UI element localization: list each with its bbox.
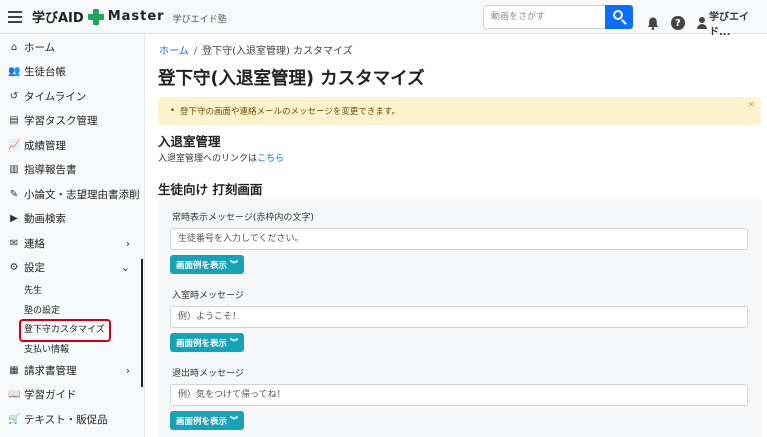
sidebar-sub-toge-customize[interactable]: 登下守カスタマイズ — [0, 319, 144, 342]
sidebar-item-label: タイムライン — [24, 90, 87, 103]
video-search — [483, 5, 633, 29]
help-icon[interactable]: ? — [671, 16, 685, 30]
pen-icon: ✎ — [9, 188, 19, 200]
user-menu[interactable]: 学びエイド... — [696, 8, 767, 38]
sidebar-item-label: テキスト・販促品 — [24, 413, 108, 426]
exit-message-input[interactable] — [170, 384, 748, 406]
search-button[interactable] — [605, 5, 633, 29]
book-icon: 📖 — [8, 389, 21, 401]
sidebar-item-label: 学習タスク管理 — [24, 115, 98, 128]
sidebar-item-timeline[interactable]: ↺ タイムライン — [0, 84, 144, 109]
sidebar-item-label: ホーム — [24, 41, 56, 54]
user-name: 学びエイド... — [708, 12, 749, 38]
gears-icon: ⚙ — [9, 262, 19, 274]
sidebar-item-settings[interactable]: ⚙ 設定 ⌄ — [0, 256, 144, 281]
page-title: 登下守(入退室管理) カスタマイズ — [158, 69, 425, 89]
cart-icon: 🛒 — [8, 413, 21, 425]
sidebar-item-label: 設定 — [24, 262, 45, 275]
chevron-double-down-icon: ︾ — [230, 260, 239, 269]
sidebar-item-texts[interactable]: 🛒 テキスト・販促品 — [0, 407, 144, 432]
school-name: 学びエイド塾 — [172, 14, 227, 25]
message-icon: ✉ — [9, 237, 19, 249]
clipboard-icon: ▤ — [9, 115, 19, 127]
settings-submenu: 先生 塾の設定 登下守カスタマイズ 支払い情報 — [0, 259, 144, 387]
sidebar-item-label: 生徒台帳 — [24, 66, 66, 79]
sidebar: ⌂ ホーム 👥 生徒台帳 ↺ タイムライン ▤ 学習タスク管理 📈 成績管理 ▥ 指導報告書… — [0, 35, 145, 437]
search-icon — [613, 10, 623, 20]
sidebar-item-label: 請求書管理 — [24, 364, 77, 377]
bell-icon[interactable] — [646, 15, 659, 31]
user-icon — [696, 17, 708, 29]
invoice-icon: ▦ — [9, 364, 19, 376]
section-title-student-screen: 生徒向け 打刻画面 — [158, 182, 263, 197]
chevron-down-icon: ⌄ — [120, 261, 130, 275]
field-label-enter: 入室時メッセージ — [172, 291, 244, 301]
chart-line-icon: 📈 — [8, 139, 21, 151]
attendance-link-text: 入退室管理へのリンクはこちら — [158, 154, 285, 164]
chevron-right-icon: › — [125, 363, 130, 377]
sidebar-item-invoices[interactable]: ▦ 請求書管理 › — [0, 358, 144, 383]
preview-button[interactable]: 画面例を表示 ︾ — [170, 255, 245, 274]
section-title-attendance: 入退室管理 — [158, 134, 221, 149]
breadcrumb-home-link[interactable]: ホーム — [159, 46, 189, 57]
main-content: ホーム / 登下守(入退室管理) カスタマイズ 登下守(入退室管理) カスタマイズ … — [145, 35, 767, 437]
always-message-input[interactable] — [170, 228, 748, 250]
sidebar-sub-teachers[interactable]: 先生 — [0, 280, 144, 300]
chevron-double-down-icon: ︾ — [230, 338, 239, 347]
sidebar-item-label: 学習ガイド — [24, 389, 77, 402]
app-name: 学びAID — [32, 11, 84, 26]
field-label-always: 常時表示メッセージ(赤枠内の文字) — [172, 213, 314, 223]
sidebar-item-grades[interactable]: 📈 成績管理 — [0, 133, 144, 158]
chevron-double-down-icon: ︾ — [230, 416, 239, 425]
field-label-exit: 退出時メッセージ — [172, 369, 244, 379]
sidebar-item-contact[interactable]: ✉ 連絡 › — [0, 231, 144, 256]
sidebar-item-label: 小論文・志望理由書添削 — [24, 188, 140, 201]
sidebar-sub-school-settings[interactable]: 塾の設定 — [0, 300, 144, 320]
sidebar-item-label: 成績管理 — [24, 139, 66, 152]
alert-text: 登下守の画面や連絡メールのメッセージを変更できます。 — [180, 107, 400, 117]
top-navbar: 学びAID Master 学びエイド塾 ? 学びエイド... — [0, 0, 767, 38]
sidebar-item-home[interactable]: ⌂ ホーム — [0, 35, 144, 60]
message-settings-card: 常時表示メッセージ(赤枠内の文字) 画面例を表示︾ 入室時メッセージ 画面例を表… — [158, 199, 761, 437]
sidebar-item-students[interactable]: 👥 生徒台帳 — [0, 60, 144, 85]
attendance-link[interactable]: こちら — [257, 154, 284, 164]
chevron-right-icon: › — [125, 236, 130, 250]
preview-button[interactable]: 画面例を表示 ︾ — [170, 411, 245, 430]
home-icon: ⌂ — [10, 41, 18, 53]
sidebar-item-guide[interactable]: 📖 学習ガイド — [0, 383, 144, 408]
users-icon: 👥 — [8, 66, 21, 78]
breadcrumb: ホーム / 登下守(入退室管理) カスタマイズ — [159, 46, 353, 57]
breadcrumb-current: 登下守(入退室管理) カスタマイズ — [202, 46, 353, 57]
sidebar-item-label: 連絡 — [24, 237, 45, 250]
app-logo[interactable]: 学びAID Master 学びエイド塾 — [32, 7, 227, 26]
top-icons: ? 学びエイド... — [646, 8, 767, 38]
video-search-input[interactable] — [483, 5, 605, 29]
cross-logo-icon — [87, 8, 104, 25]
sidebar-item-label: 指導報告書 — [24, 164, 77, 177]
info-alert: • 登下守の画面や連絡メールのメッセージを変更できます。 × — [158, 97, 761, 125]
sidebar-item-reports[interactable]: ▥ 指導報告書 — [0, 158, 144, 183]
hamburger-menu-icon[interactable] — [8, 10, 22, 23]
document-icon: ▥ — [9, 164, 19, 176]
history-icon: ↺ — [9, 90, 19, 102]
sidebar-item-tasks[interactable]: ▤ 学習タスク管理 — [0, 109, 144, 134]
enter-message-input[interactable] — [170, 306, 748, 328]
close-icon[interactable]: × — [747, 100, 755, 110]
sidebar-item-label: 動画検索 — [24, 213, 66, 226]
sidebar-item-video-search[interactable]: ▶ 動画検索 — [0, 207, 144, 232]
sidebar-item-essay[interactable]: ✎ 小論文・志望理由書添削 — [0, 182, 144, 207]
preview-button[interactable]: 画面例を表示 ︾ — [170, 333, 245, 352]
app-name-suffix: Master — [107, 9, 165, 24]
video-icon: ▶ — [10, 213, 18, 225]
